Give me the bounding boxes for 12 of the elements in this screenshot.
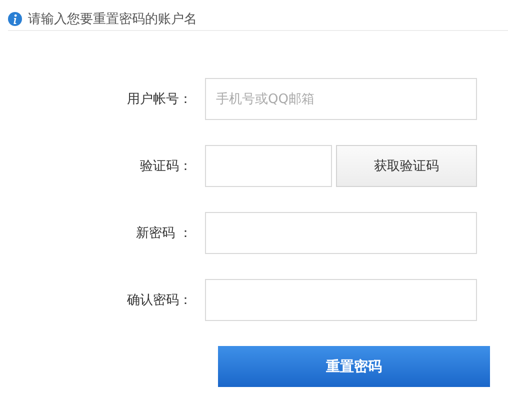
reset-password-button[interactable]: 重置密码 <box>218 346 490 387</box>
input-field[interactable] <box>205 145 332 187</box>
field-label: 用户帐号： <box>126 91 193 108</box>
notice-text: 请输入您要重置密码的账户名 <box>28 11 197 28</box>
input-field[interactable] <box>205 212 477 254</box>
info-icon <box>8 12 22 26</box>
field-label: 确认密码： <box>126 292 193 309</box>
input-field[interactable] <box>205 279 477 321</box>
get-code-button[interactable]: 获取验证码 <box>336 145 477 187</box>
field-label: 验证码： <box>139 158 193 175</box>
input-field[interactable]: 手机号或QQ邮箱 <box>205 78 477 120</box>
field-label: 新密码 ： <box>134 225 193 242</box>
